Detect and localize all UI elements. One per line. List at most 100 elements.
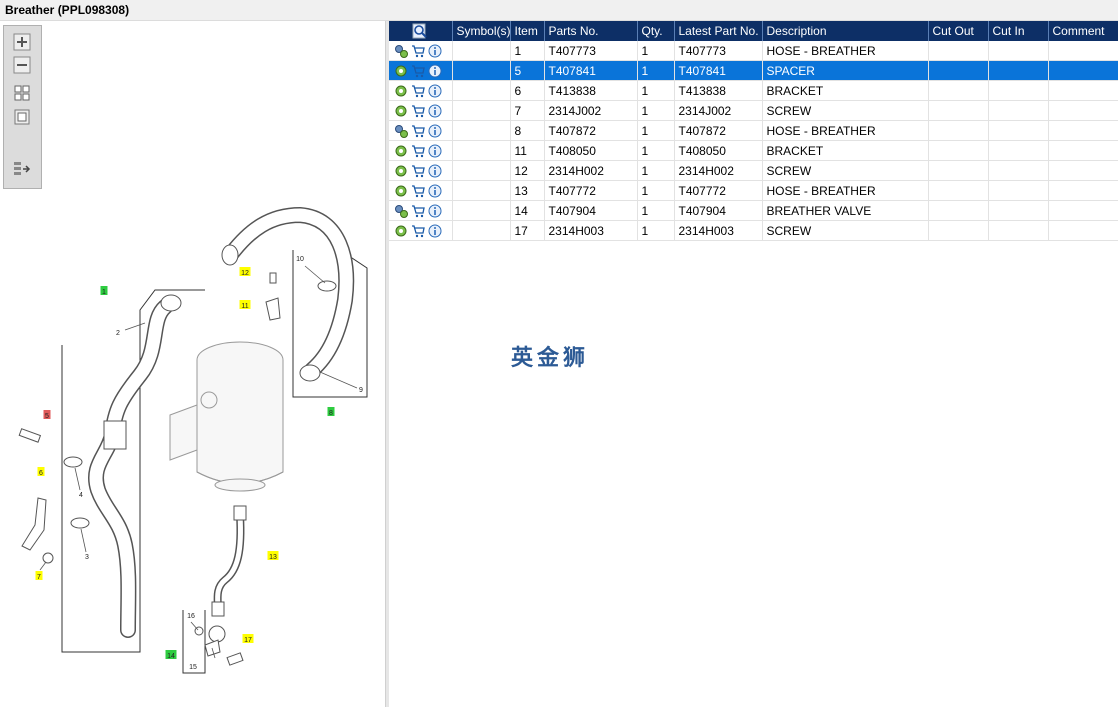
table-row[interactable]: 8 T407872 1 T407872 HOSE - BREATHER bbox=[389, 120, 1118, 141]
callout-6[interactable]: 6 bbox=[37, 467, 45, 477]
export-list-button[interactable] bbox=[13, 160, 31, 178]
info-icon[interactable] bbox=[428, 224, 442, 238]
info-icon[interactable] bbox=[428, 144, 442, 158]
zoom-in-button[interactable] bbox=[13, 33, 31, 51]
gear-icon[interactable] bbox=[394, 64, 408, 78]
column-header-latest-part-no[interactable]: Latest Part No. bbox=[674, 21, 763, 41]
zoom-out-button[interactable] bbox=[13, 56, 31, 74]
info-icon[interactable] bbox=[428, 104, 442, 118]
table-row[interactable]: 12 2314H002 1 2314H002 SCREW bbox=[389, 160, 1118, 181]
info-icon[interactable] bbox=[428, 204, 442, 218]
item-cell: 8 bbox=[510, 120, 545, 141]
column-header-symbols[interactable]: Symbol(s) bbox=[452, 21, 511, 41]
table-row[interactable]: 13 T407772 1 T407772 HOSE - BREATHER bbox=[389, 180, 1118, 201]
cart-icon[interactable] bbox=[411, 104, 425, 118]
comment-cell bbox=[1048, 140, 1118, 161]
zoom-in-icon bbox=[13, 33, 31, 51]
cart-icon[interactable] bbox=[411, 164, 425, 178]
cart-icon[interactable] bbox=[411, 204, 425, 218]
callout-10: 10 bbox=[296, 256, 304, 263]
column-header-item[interactable]: Item bbox=[510, 21, 545, 41]
cut-in-cell bbox=[988, 180, 1049, 201]
gear-icon[interactable] bbox=[394, 164, 408, 178]
gear-icon[interactable] bbox=[394, 104, 408, 118]
comment-cell bbox=[1048, 200, 1118, 221]
callout-4: 4 bbox=[79, 492, 83, 499]
gears-icon[interactable] bbox=[394, 44, 408, 58]
cart-icon[interactable] bbox=[411, 124, 425, 138]
cut-out-cell bbox=[928, 41, 989, 61]
cart-icon[interactable] bbox=[411, 184, 425, 198]
gear-icon[interactable] bbox=[394, 224, 408, 238]
info-icon[interactable] bbox=[428, 44, 442, 58]
gears-icon[interactable] bbox=[394, 124, 408, 138]
table-row[interactable]: 11 T408050 1 T408050 BRACKET bbox=[389, 140, 1118, 161]
diagram-toolbar bbox=[3, 25, 42, 189]
row-actions-cell bbox=[389, 80, 453, 101]
row-actions-cell bbox=[389, 60, 453, 81]
gear-icon[interactable] bbox=[394, 184, 408, 198]
symbols-cell bbox=[452, 140, 511, 161]
comment-cell bbox=[1048, 100, 1118, 121]
cart-icon[interactable] bbox=[411, 44, 425, 58]
callout-12[interactable]: 12 bbox=[239, 267, 251, 277]
row-actions-cell bbox=[389, 120, 453, 141]
cut-out-cell bbox=[928, 80, 989, 101]
cart-icon[interactable] bbox=[411, 224, 425, 238]
callout-1[interactable]: 1 bbox=[100, 286, 108, 296]
callout-13[interactable]: 13 bbox=[267, 551, 279, 561]
row-actions-cell bbox=[389, 160, 453, 181]
actual-size-button[interactable] bbox=[13, 108, 31, 126]
info-icon[interactable] bbox=[428, 84, 442, 98]
description-cell: BRACKET bbox=[762, 140, 929, 161]
cart-icon[interactable] bbox=[411, 144, 425, 158]
info-icon[interactable] bbox=[428, 64, 442, 78]
cart-icon[interactable] bbox=[411, 64, 425, 78]
column-header-cut-out[interactable]: Cut Out bbox=[928, 21, 989, 41]
callout-label: 11 bbox=[241, 303, 248, 310]
hose-breather-lower bbox=[211, 505, 247, 617]
cut-out-cell bbox=[928, 60, 989, 81]
callout-label: 8 bbox=[329, 410, 333, 417]
column-header-qty[interactable]: Qty. bbox=[637, 21, 675, 41]
cart-icon[interactable] bbox=[411, 84, 425, 98]
part-no-cell: 2314H002 bbox=[544, 160, 638, 181]
callout-label: 17 bbox=[244, 637, 252, 644]
gears-icon[interactable] bbox=[394, 204, 408, 218]
callout-label: 15 bbox=[189, 664, 197, 671]
callout-8[interactable]: 8 bbox=[327, 407, 335, 417]
table-row[interactable]: 6 T413838 1 T413838 BRACKET bbox=[389, 80, 1118, 101]
callout-14[interactable]: 14 bbox=[165, 650, 177, 660]
callout-17[interactable]: 17 bbox=[242, 634, 254, 644]
info-icon[interactable] bbox=[428, 164, 442, 178]
column-header-parts-no[interactable]: Parts No. bbox=[544, 21, 638, 41]
callout-11[interactable]: 11 bbox=[239, 300, 251, 310]
comment-cell bbox=[1048, 80, 1118, 101]
qty-cell: 1 bbox=[637, 220, 675, 241]
watermark-text: 英金狮 bbox=[511, 346, 590, 371]
parts-grid: Symbol(s) Item Parts No. Qty. Latest Par… bbox=[389, 21, 1118, 241]
fit-all-button[interactable] bbox=[13, 84, 31, 102]
column-header-description[interactable]: Description bbox=[762, 21, 929, 41]
callout-7[interactable]: 7 bbox=[35, 571, 43, 581]
table-row[interactable]: 7 2314J002 1 2314J002 SCREW bbox=[389, 100, 1118, 121]
part-no-cell: 2314J002 bbox=[544, 100, 638, 121]
gear-icon[interactable] bbox=[394, 144, 408, 158]
info-icon[interactable] bbox=[428, 124, 442, 138]
callout-label: 10 bbox=[296, 256, 304, 263]
description-cell: HOSE - BREATHER bbox=[762, 41, 929, 61]
gear-icon[interactable] bbox=[394, 84, 408, 98]
column-header-comment[interactable]: Comment bbox=[1048, 21, 1118, 41]
table-row[interactable]: 17 2314H003 1 2314H003 SCREW bbox=[389, 220, 1118, 241]
info-icon[interactable] bbox=[428, 184, 442, 198]
latest-part-no-cell: T413838 bbox=[674, 80, 763, 101]
column-header-search[interactable] bbox=[389, 21, 453, 41]
callout-5[interactable]: 5 bbox=[43, 410, 51, 420]
latest-part-no-cell: T407773 bbox=[674, 41, 763, 61]
description-cell: SCREW bbox=[762, 100, 929, 121]
table-row[interactable]: 1 T407773 1 T407773 HOSE - BREATHER bbox=[389, 41, 1118, 61]
table-row[interactable]: 14 T407904 1 T407904 BREATHER VALVE bbox=[389, 200, 1118, 221]
column-header-cut-in[interactable]: Cut In bbox=[988, 21, 1049, 41]
table-row[interactable]: 5 T407841 1 T407841 SPACER bbox=[389, 60, 1118, 81]
qty-cell: 1 bbox=[637, 41, 675, 61]
